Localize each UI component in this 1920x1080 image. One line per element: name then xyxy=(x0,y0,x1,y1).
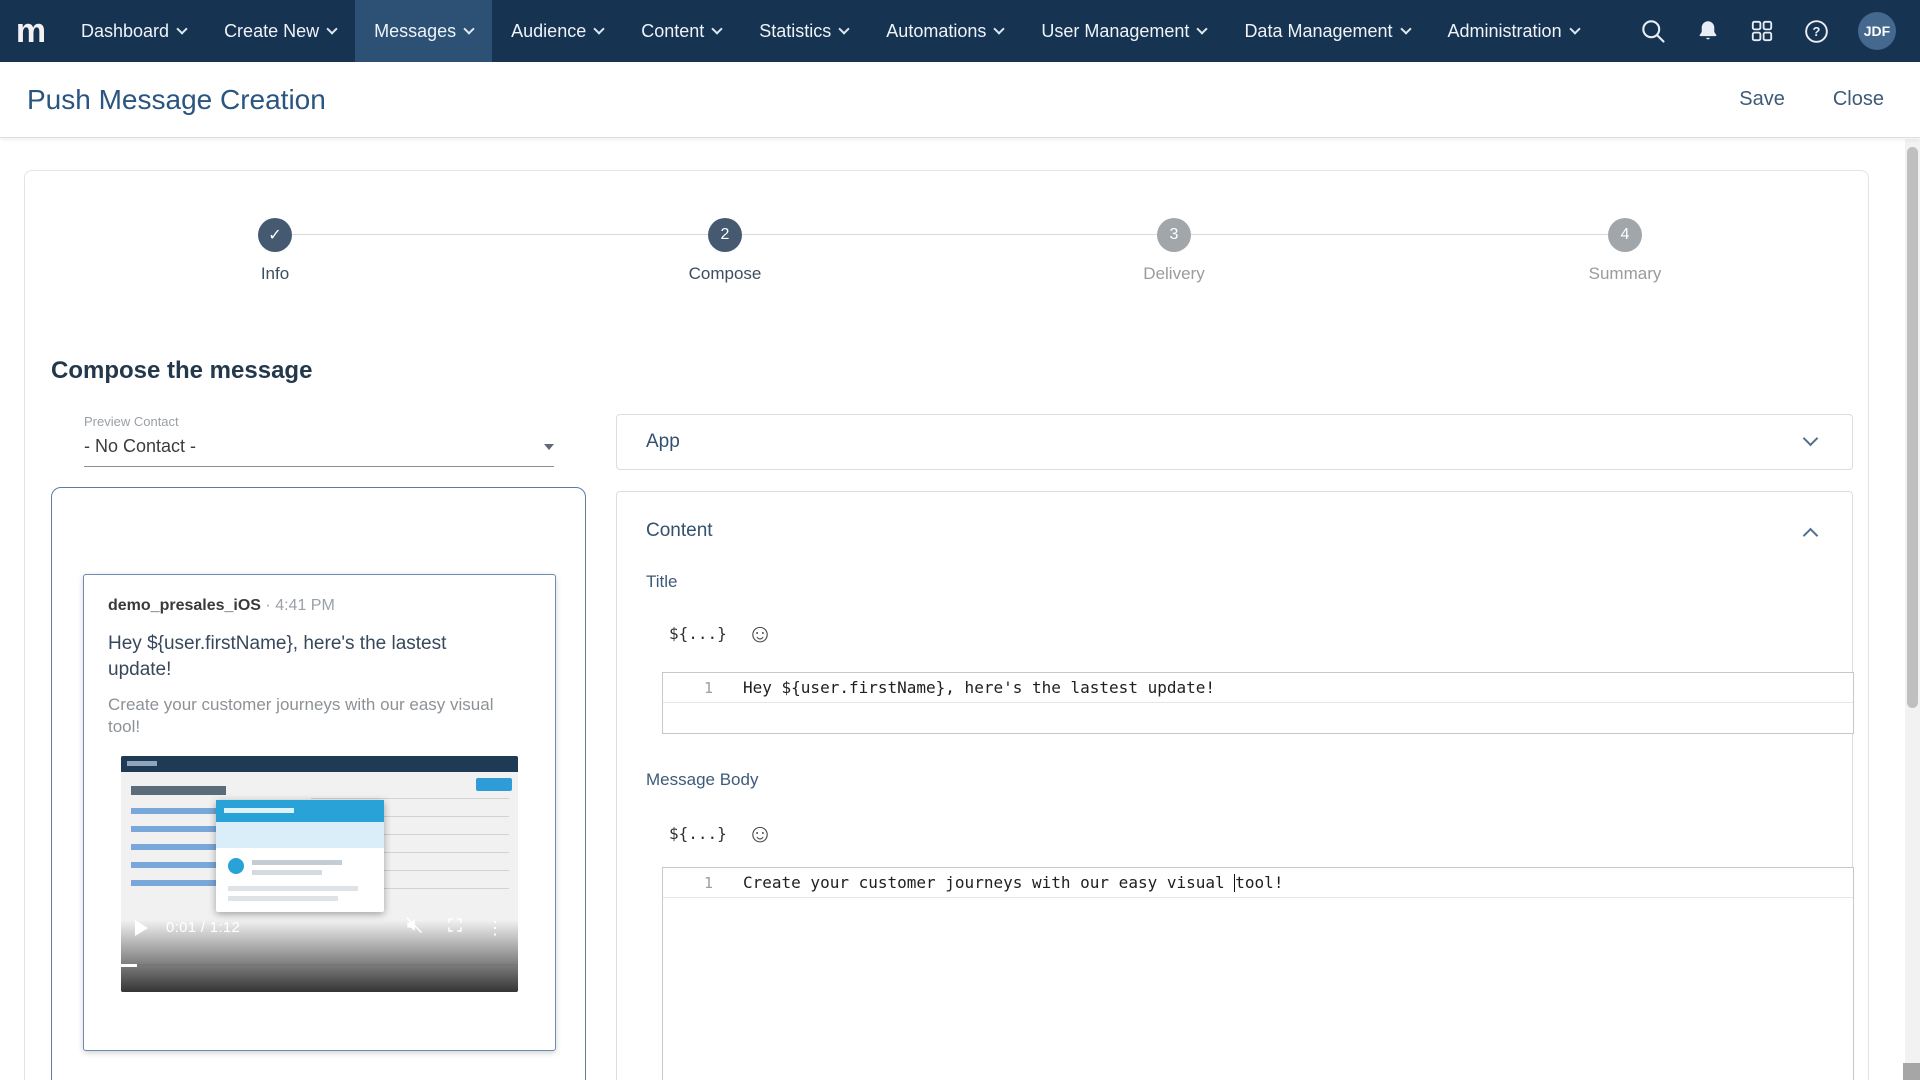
step-info[interactable]: ✓ Info xyxy=(195,218,355,284)
wizard-card: ✓ Info 2 Compose 3 Delivery 4 Summary Co… xyxy=(24,170,1869,1080)
video-seek-played xyxy=(121,964,137,967)
content-panel-title: Content xyxy=(646,520,713,542)
chevron-down-icon xyxy=(1197,23,1208,34)
top-navigation: m Dashboard Create New Messages Audience… xyxy=(0,0,1920,62)
preview-contact-select[interactable]: - No Contact - xyxy=(84,436,554,467)
push-notification-preview[interactable]: demo_presales_iOS · 4:41 PM Hey ${user.f… xyxy=(83,574,556,1051)
section-heading: Compose the message xyxy=(51,357,312,385)
header-actions: Save Close xyxy=(1739,88,1884,111)
step-number: 2 xyxy=(708,218,742,252)
step-label: Compose xyxy=(645,264,805,284)
video-time: 0:01 / 1:12 xyxy=(166,919,240,936)
more-options-icon[interactable]: ⋮ xyxy=(486,919,504,937)
nav-item-create-new[interactable]: Create New xyxy=(205,0,355,62)
chevron-down-icon xyxy=(463,23,474,34)
video-controls: 0:01 / 1:12 ⋮ xyxy=(135,915,504,940)
chevron-down-icon xyxy=(594,23,605,34)
close-button[interactable]: Close xyxy=(1833,88,1884,111)
step-summary[interactable]: 4 Summary xyxy=(1545,218,1705,284)
emoji-icon[interactable]: ☺ xyxy=(747,820,774,846)
chevron-down-icon xyxy=(1400,23,1411,34)
chevron-down-icon xyxy=(1569,23,1580,34)
preview-contact-value: - No Contact - xyxy=(84,436,196,457)
app-panel[interactable]: App xyxy=(616,414,1853,470)
search-icon[interactable] xyxy=(1639,17,1667,45)
chevron-down-icon xyxy=(326,23,337,34)
brand-logo[interactable]: m xyxy=(0,0,62,62)
chevron-up-icon[interactable] xyxy=(1803,528,1819,544)
chevron-down-icon xyxy=(176,23,187,34)
app-name: demo_presales_iOS xyxy=(108,597,261,614)
nav-item-messages[interactable]: Messages xyxy=(355,0,492,62)
play-icon[interactable] xyxy=(135,920,148,936)
title-field-toolbar: ${...} ☺ xyxy=(669,620,773,646)
step-compose[interactable]: 2 Compose xyxy=(645,218,805,284)
svg-text:?: ? xyxy=(1813,24,1821,39)
step-check-icon: ✓ xyxy=(258,218,292,252)
body-editor-text: Create your customer journeys with our e… xyxy=(727,873,1283,893)
insert-variable-button[interactable]: ${...} xyxy=(669,624,727,643)
step-number: 4 xyxy=(1608,218,1642,252)
video-player[interactable]: 0:01 / 1:12 ⋮ xyxy=(121,756,518,992)
preview-contact-field: Preview Contact - No Contact - xyxy=(84,414,554,467)
notification-title: Hey ${user.firstName}, here's the lastes… xyxy=(108,631,480,682)
line-number: 1 xyxy=(663,874,727,892)
mute-icon[interactable] xyxy=(404,915,424,940)
notification-body: Create your customer journeys with our e… xyxy=(108,694,508,738)
page-header: Push Message Creation Save Close xyxy=(0,62,1920,138)
dropdown-arrow-icon xyxy=(544,444,554,450)
body-field-label: Message Body xyxy=(646,770,758,790)
chevron-down-icon[interactable] xyxy=(1803,431,1819,447)
vertical-scrollbar[interactable] xyxy=(1905,139,1920,1080)
chevron-down-icon xyxy=(994,23,1005,34)
notification-time: · 4:41 PM xyxy=(265,597,334,614)
apps-grid-icon[interactable] xyxy=(1749,18,1775,44)
step-number: 3 xyxy=(1157,218,1191,252)
nav-item-administration[interactable]: Administration xyxy=(1429,0,1598,62)
nav-item-automations[interactable]: Automations xyxy=(867,0,1022,62)
title-editor-text: Hey ${user.firstName}, here's the lastes… xyxy=(727,678,1215,697)
step-label: Delivery xyxy=(1094,264,1254,284)
title-editor[interactable]: 1 Hey ${user.firstName}, here's the last… xyxy=(662,672,1854,734)
nav-right-icons: ? JDF xyxy=(1639,0,1920,62)
user-avatar[interactable]: JDF xyxy=(1858,12,1896,50)
notification-meta: demo_presales_iOS · 4:41 PM xyxy=(108,597,531,615)
nav-item-user-management[interactable]: User Management xyxy=(1022,0,1225,62)
phone-preview-frame: demo_presales_iOS · 4:41 PM Hey ${user.f… xyxy=(51,487,586,1080)
nav-item-audience[interactable]: Audience xyxy=(492,0,622,62)
step-label: Info xyxy=(195,264,355,284)
nav-item-content[interactable]: Content xyxy=(622,0,740,62)
scrollbar-corner xyxy=(1903,1063,1920,1080)
step-delivery[interactable]: 3 Delivery xyxy=(1094,218,1254,284)
title-field-label: Title xyxy=(646,572,678,592)
nav-item-dashboard[interactable]: Dashboard xyxy=(62,0,205,62)
preview-contact-label: Preview Contact xyxy=(84,414,554,429)
save-button[interactable]: Save xyxy=(1739,88,1785,111)
insert-variable-button[interactable]: ${...} xyxy=(669,824,727,843)
help-icon[interactable]: ? xyxy=(1803,18,1830,45)
nav-item-data-management[interactable]: Data Management xyxy=(1225,0,1428,62)
content-panel: Content Title ${...} ☺ 1 Hey ${user.firs… xyxy=(616,491,1853,1080)
emoji-icon[interactable]: ☺ xyxy=(747,620,774,646)
step-label: Summary xyxy=(1545,264,1705,284)
body-field-toolbar: ${...} ☺ xyxy=(669,820,773,846)
line-number: 1 xyxy=(663,679,727,697)
fullscreen-icon[interactable] xyxy=(446,916,464,939)
chevron-down-icon xyxy=(839,23,850,34)
body-editor[interactable]: 1 Create your customer journeys with our… xyxy=(662,867,1854,1080)
video-seek-bar[interactable] xyxy=(121,964,518,967)
chevron-down-icon xyxy=(712,23,723,34)
notifications-bell-icon[interactable] xyxy=(1695,18,1721,44)
nav-item-statistics[interactable]: Statistics xyxy=(740,0,867,62)
app-panel-title: App xyxy=(646,431,680,453)
scrollbar-thumb[interactable] xyxy=(1907,147,1918,708)
page-title: Push Message Creation xyxy=(27,84,326,116)
